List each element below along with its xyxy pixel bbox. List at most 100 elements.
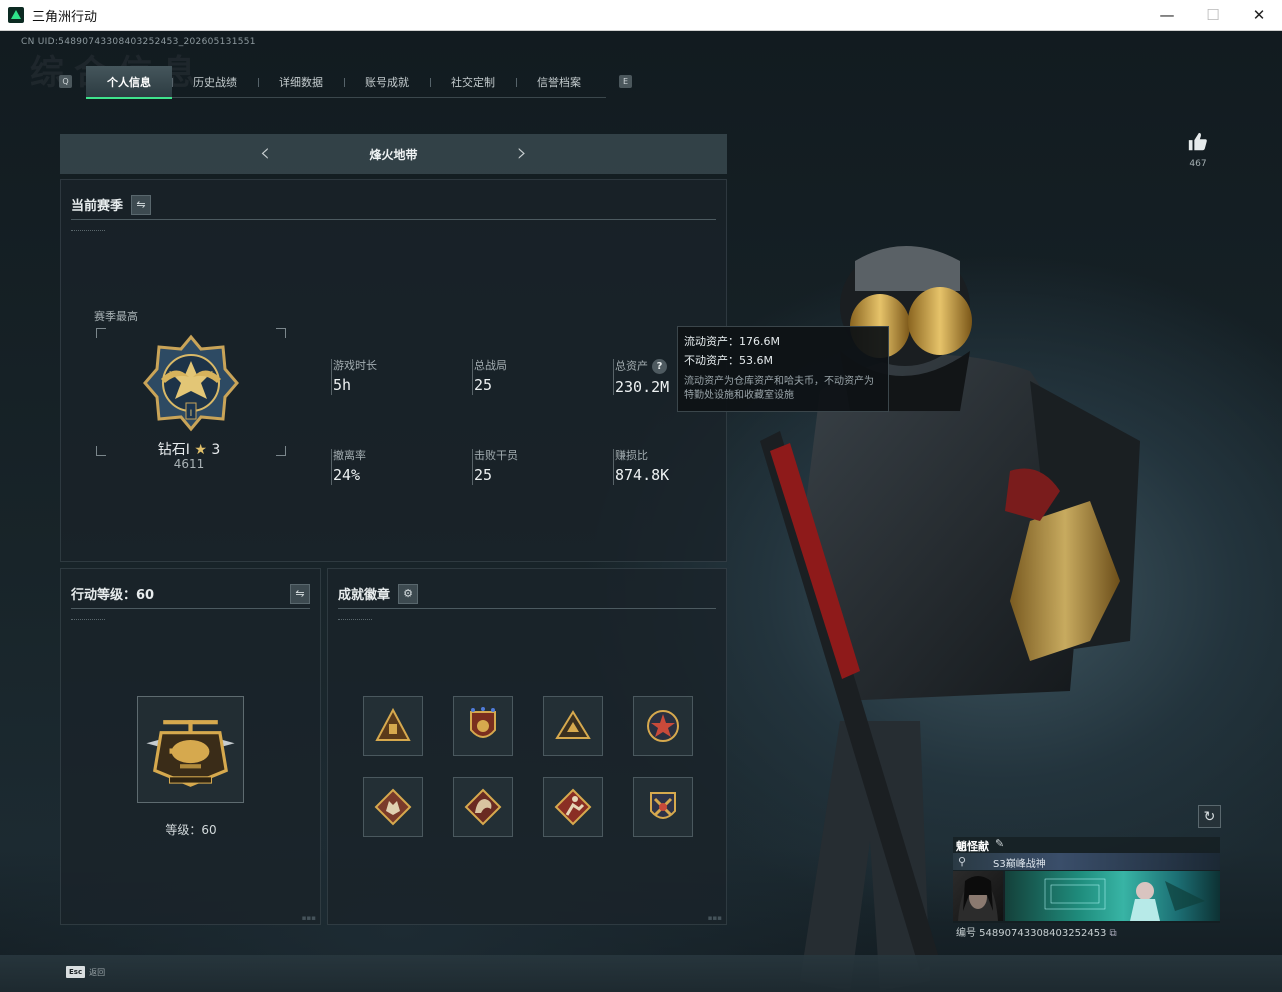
maximize-button[interactable]: ☐ [1190, 0, 1236, 30]
chevron-left-icon[interactable]: ‹ [253, 140, 277, 167]
tooltip-fixed: 不动资产：53.6M [684, 354, 773, 367]
tab-personal-info[interactable]: 个人信息 [86, 66, 172, 99]
level-panel: 行动等级：60 ⇋ 等级：60 ▪▪▪ [60, 568, 321, 925]
window-controls: — ☐ ✕ [1144, 0, 1282, 30]
stat-label-text: 总资产 [615, 359, 648, 373]
stat-value: 5h [333, 376, 352, 394]
level-panel-header: 行动等级：60 ⇋ [71, 579, 310, 609]
rank-name: 钻石I ★ 3 [119, 439, 259, 459]
helicopter-level-emblem-icon [146, 720, 235, 787]
bottom-bar: Esc 返回 [0, 955, 1282, 992]
season-panel: 当前赛季 ⇋ 赛季最高 I 钻石I ★ 3 4611 游戏时长 5h 总战局 2… [60, 179, 727, 562]
dragon-badge-icon[interactable] [453, 777, 513, 837]
help-icon[interactable]: ? [652, 359, 667, 374]
tab-achievements[interactable]: 账号成就 [344, 66, 430, 98]
badges-title: 成就徽章 [338, 588, 391, 603]
shield-badge-icon[interactable] [453, 696, 513, 756]
minimize-button[interactable]: — [1144, 0, 1190, 30]
tab-next-key[interactable]: E [619, 75, 632, 88]
player-id-line: 编号 5489074330840325245​3 ⧉ [956, 924, 1117, 939]
rank-stars: 3 [211, 442, 221, 458]
corner-mark: ▪▪▪ [301, 914, 316, 922]
season-high-label: 赛季最高 [94, 310, 138, 323]
profile-banner-image [1005, 871, 1220, 921]
stat-label: 总战局 [474, 359, 507, 372]
mode-title: 烽火地带 [369, 147, 418, 162]
stat-extraction-rate: 撤离率 24% [331, 449, 366, 485]
triangle-badge-icon[interactable] [543, 696, 603, 756]
diamond-rank-emblem-icon: I [143, 334, 239, 432]
stat-label: 撤离率 [333, 449, 366, 462]
edit-nickname-icon[interactable]: ✎ [995, 837, 1004, 850]
pyramid-badge-icon[interactable] [363, 696, 423, 756]
tooltip-note: 流动资产为仓库资产和哈夫币，不动资产为特勤处设施和收藏室设施 [684, 376, 874, 401]
stat-value: 24% [333, 466, 361, 484]
chevron-right-icon[interactable]: › [510, 140, 534, 167]
back-label: 返回 [89, 967, 106, 977]
star-badge-icon[interactable] [633, 696, 693, 756]
player-title: S3巅峰战神 [993, 859, 1046, 870]
runner-badge-icon[interactable] [543, 777, 603, 837]
stat-value: 25 [474, 466, 493, 484]
crest-badge-icon[interactable] [633, 777, 693, 837]
like-count: 467 [1189, 159, 1207, 169]
badges-panel-header: 成就徽章 ⚙ [338, 579, 716, 609]
rank-name-text: 钻石I [157, 442, 190, 458]
rank-score: 4611 [173, 457, 205, 471]
like-widget[interactable]: 467 [1183, 131, 1213, 169]
title-badge-icon: ⚲ [958, 855, 967, 868]
stat-label: 赚损比 [615, 449, 648, 462]
copy-icon[interactable]: ⧉ [1109, 928, 1116, 939]
player-title-strip: ⚲ S3巅峰战神 [953, 853, 1220, 870]
badges-settings-button[interactable]: ⚙ [398, 583, 419, 604]
stat-label: 总资产? [615, 359, 669, 374]
wolf-badge-icon[interactable] [363, 777, 423, 837]
stat-total-matches: 总战局 25 [472, 359, 507, 395]
avatar[interactable] [953, 871, 1003, 921]
stat-value: 25 [474, 376, 493, 394]
esc-key: Esc [66, 966, 86, 978]
app-logo-icon [8, 7, 24, 23]
player-id: 编号 5489074330840325245​3 [956, 928, 1107, 939]
corner-mark: ▪▪▪ [707, 914, 722, 922]
tab-prev-key[interactable]: Q [59, 75, 72, 88]
window-titlebar: 三角洲行动 — ☐ ✕ [0, 0, 1282, 31]
mode-selector: ‹ 烽火地带 › [60, 134, 727, 174]
thumbs-up-icon[interactable] [1187, 131, 1209, 153]
stat-playtime: 游戏时长 5h [331, 359, 377, 395]
tab-detailed-data[interactable]: 详细数据 [258, 66, 344, 98]
stat-kills: 击败干员 25 [472, 449, 518, 485]
stat-value: 874.8K [615, 466, 670, 484]
season-panel-header: 当前赛季 ⇋ [71, 190, 716, 220]
star-icon: ★ [194, 442, 207, 458]
divider [338, 619, 372, 621]
tab-battle-history[interactable]: 历史战绩 [172, 66, 258, 98]
main-tabs: 个人信息 历史战绩 详细数据 账号成就 社交定制 信誉档案 [86, 66, 606, 99]
stat-total-assets: 总资产? 230.2M [613, 359, 670, 396]
stat-profit-ratio: 赚损比 874.8K [613, 449, 669, 485]
divider [71, 619, 105, 621]
tooltip-liquid: 流动资产：176.6M [684, 335, 780, 348]
svg-text:I: I [190, 409, 193, 419]
stat-value: 230.2M [615, 378, 670, 396]
uid-text: CN UID:5489074330840325245​3_20260513155… [21, 37, 256, 47]
badges-panel: 成就徽章 ⚙ ▪▪▪ [327, 568, 727, 925]
level-title: 行动等级：60 [71, 588, 155, 603]
tab-social[interactable]: 社交定制 [430, 66, 516, 98]
assets-tooltip: 流动资产：176.6M 不动资产：53.6M 流动资产为仓库资产和哈夫币，不动资… [677, 326, 889, 412]
close-button[interactable]: ✕ [1236, 0, 1282, 30]
level-text: 等级：60 [165, 823, 217, 837]
divider [71, 230, 105, 232]
stat-label: 游戏时长 [333, 359, 377, 372]
level-swap-button[interactable]: ⇋ [290, 583, 310, 604]
game-viewport: 综合信息 CN UID:5489074330840325245​3_202605… [0, 31, 1282, 992]
stat-label: 击败干员 [474, 449, 518, 462]
window-title: 三角洲行动 [32, 9, 98, 25]
level-emblem-frame [137, 696, 244, 803]
season-swap-button[interactable]: ⇋ [131, 194, 152, 215]
back-button[interactable]: Esc 返回 [66, 966, 105, 978]
refresh-button[interactable]: ↻ [1198, 805, 1221, 828]
player-nickname: 魈怪献 [956, 840, 989, 853]
tab-reputation[interactable]: 信誉档案 [516, 66, 602, 98]
season-title: 当前赛季 [71, 199, 124, 214]
